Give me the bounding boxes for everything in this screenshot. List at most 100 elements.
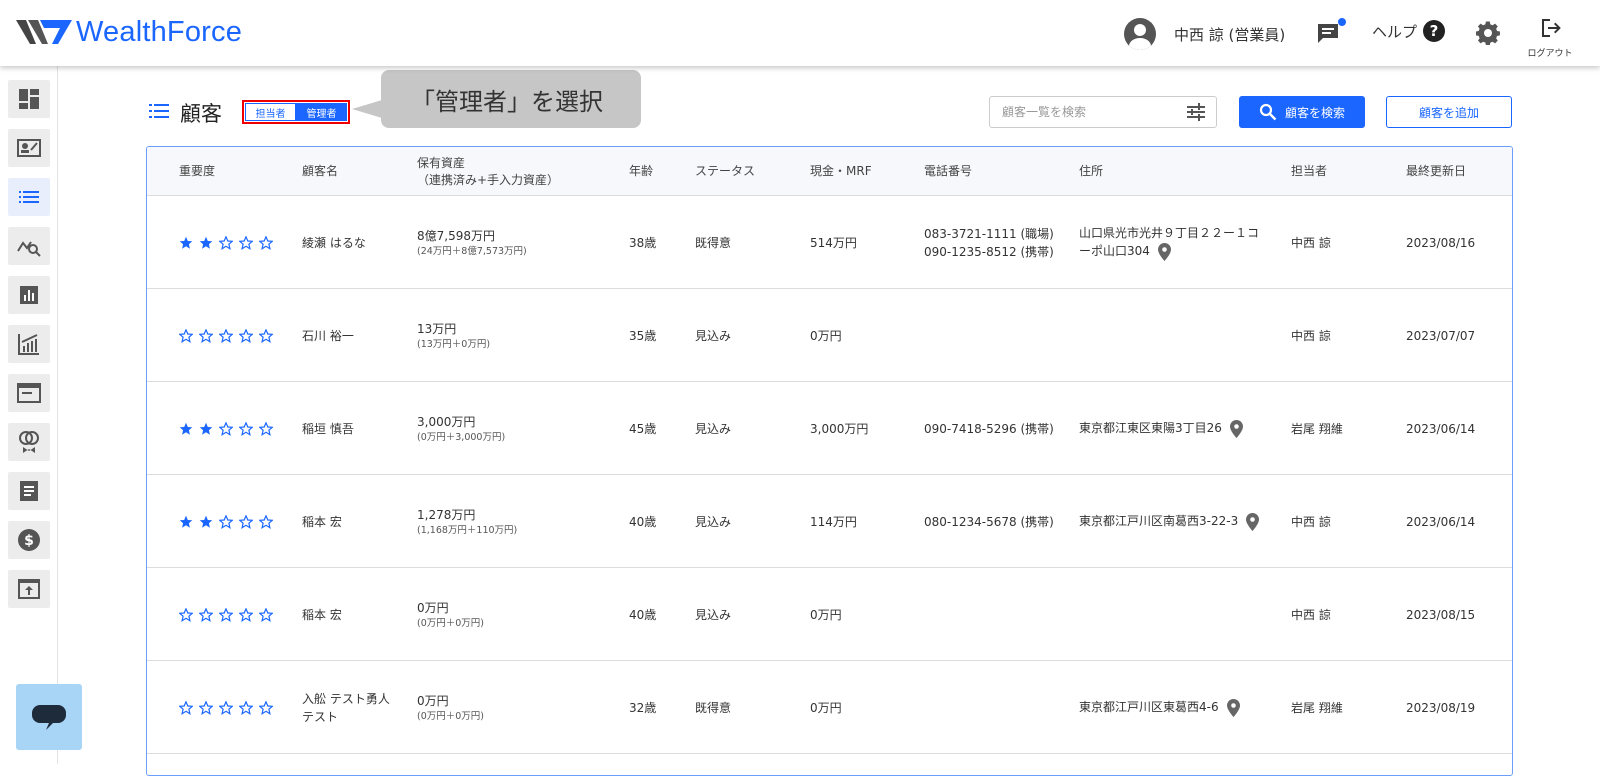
sidebar-item-window[interactable]: [8, 374, 50, 412]
star-empty-icon[interactable]: [239, 514, 253, 529]
filter-icon[interactable]: [1186, 103, 1206, 121]
col-importance[interactable]: 重要度: [179, 147, 215, 196]
svg-text:$: $: [24, 533, 34, 549]
sidebar-item-analysis[interactable]: [8, 227, 50, 265]
help-label: ヘルプ: [1372, 22, 1418, 41]
map-pin-icon[interactable]: [1246, 512, 1260, 531]
assets-detail: (0万円＋0万円): [417, 617, 485, 629]
table-row[interactable]: 綾瀬 はるな 8億7,598万円 (24万円＋8億7,573万円) 38歳 既得意 514…: [147, 196, 1512, 289]
star-empty-icon[interactable]: [259, 700, 273, 715]
table-row[interactable]: 入舩 テスト勇人 テスト 0万円 (0万円＋0万円) 32歳 既得意 0万円 東京都江戸川区東…: [147, 661, 1512, 754]
search-customers-button[interactable]: 顧客を検索: [1239, 96, 1365, 128]
user-menu[interactable]: 中西 諒 (営業員): [1124, 18, 1285, 50]
star-empty-icon[interactable]: [179, 607, 193, 622]
customer-name-cell[interactable]: 石川 裕一: [302, 289, 354, 382]
star-empty-icon[interactable]: [179, 700, 193, 715]
star-empty-icon[interactable]: [239, 700, 253, 715]
sidebar-item-customers[interactable]: [8, 178, 50, 216]
dollar-icon: $: [18, 529, 40, 551]
contact-card-icon: [17, 139, 41, 157]
chat-widget-button[interactable]: [16, 684, 82, 750]
star-empty-icon[interactable]: [239, 328, 253, 343]
owner-cell-value: 中西 諒: [1291, 328, 1331, 343]
star-empty-icon[interactable]: [179, 328, 193, 343]
star-filled-icon[interactable]: [199, 515, 213, 529]
logout-button[interactable]: ログアウト: [1526, 16, 1574, 59]
star-rating[interactable]: [179, 514, 279, 529]
col-updated[interactable]: 最終更新日: [1406, 147, 1466, 196]
status-cell: 見込み: [695, 568, 731, 661]
col-phone[interactable]: 電話番号: [924, 147, 972, 196]
star-empty-icon[interactable]: [239, 421, 253, 436]
star-rating[interactable]: [179, 421, 279, 436]
star-filled-icon[interactable]: [179, 515, 193, 529]
col-status[interactable]: ステータス: [695, 147, 755, 196]
map-pin-icon[interactable]: [1226, 698, 1240, 717]
sidebar-item-reports[interactable]: [8, 276, 50, 314]
customer-name-cell[interactable]: 入舩 テスト勇人 テスト: [302, 661, 390, 754]
star-empty-icon[interactable]: [219, 607, 233, 622]
star-empty-icon[interactable]: [259, 235, 273, 250]
col-owner[interactable]: 担当者: [1291, 147, 1327, 196]
star-empty-icon[interactable]: [239, 235, 253, 250]
col-age[interactable]: 年齢: [629, 147, 653, 196]
star-empty-icon[interactable]: [199, 328, 213, 343]
assets-cell: 13万円 (13万円＋0万円): [417, 289, 490, 382]
star-filled-icon[interactable]: [199, 422, 213, 436]
toggle-owner[interactable]: 担当者: [245, 103, 296, 121]
cash-cell: 0万円: [810, 568, 842, 661]
add-customer-button[interactable]: 顧客を追加: [1386, 96, 1512, 128]
star-empty-icon[interactable]: [259, 421, 273, 436]
status-cell: 見込み: [695, 475, 731, 568]
col-address[interactable]: 住所: [1079, 147, 1103, 196]
sidebar-item-growth[interactable]: [8, 325, 50, 363]
help-button[interactable]: ヘルプ ?: [1372, 20, 1446, 42]
star-empty-icon[interactable]: [219, 235, 233, 250]
toggle-admin[interactable]: 管理者: [296, 103, 347, 121]
sidebar-item-billing[interactable]: $: [8, 521, 50, 559]
sidebar-item-documents[interactable]: [8, 472, 50, 510]
star-empty-icon[interactable]: [219, 700, 233, 715]
col-cash[interactable]: 現金・MRF: [810, 147, 872, 196]
customer-name-cell[interactable]: 稲本 宏: [302, 568, 342, 661]
map-pin-icon[interactable]: [1229, 419, 1243, 438]
customer-search-input[interactable]: [990, 97, 1170, 127]
message-icon[interactable]: [1316, 22, 1340, 44]
wealthforce-logo[interactable]: WealthForce: [16, 14, 242, 50]
customer-name-cell[interactable]: 稲垣 慎吾: [302, 382, 354, 475]
star-empty-icon[interactable]: [219, 514, 233, 529]
star-empty-icon[interactable]: [199, 607, 213, 622]
star-empty-icon[interactable]: [219, 421, 233, 436]
star-rating[interactable]: [179, 700, 279, 715]
table-row[interactable]: 稲本 宏 0万円 (0万円＋0万円) 40歳 見込み 0万円 中西 諒 2023/08/15: [147, 568, 1512, 661]
sidebar-item-family[interactable]: [8, 423, 50, 461]
star-filled-icon[interactable]: [179, 236, 193, 250]
chat-bubble-icon: [32, 705, 66, 730]
star-rating[interactable]: [179, 328, 279, 343]
star-empty-icon[interactable]: [239, 607, 253, 622]
customer-name-cell[interactable]: 稲本 宏: [302, 475, 342, 568]
col-name[interactable]: 顧客名: [302, 147, 338, 196]
star-empty-icon[interactable]: [259, 607, 273, 622]
star-filled-icon[interactable]: [199, 236, 213, 250]
star-empty-icon[interactable]: [199, 700, 213, 715]
address-line1: 東京都江戸川区東葛西4-6: [1079, 700, 1219, 715]
gear-icon[interactable]: [1476, 21, 1500, 45]
customer-name-cell[interactable]: 綾瀬 はるな: [302, 196, 366, 289]
sidebar-item-upload[interactable]: [8, 570, 50, 608]
dashboard-icon: [19, 89, 39, 109]
star-rating[interactable]: [179, 235, 279, 250]
star-empty-icon[interactable]: [219, 328, 233, 343]
star-empty-icon[interactable]: [259, 328, 273, 343]
status-cell: 既得意: [695, 196, 731, 289]
star-filled-icon[interactable]: [179, 422, 193, 436]
col-assets[interactable]: 保有資産 （連携済み+手入力資産）: [417, 147, 559, 196]
table-row[interactable]: 稲垣 慎吾 3,000万円 (0万円＋3,000万円) 45歳 見込み 3,000万円 09…: [147, 382, 1512, 475]
table-row[interactable]: 石川 裕一 13万円 (13万円＋0万円) 35歳 見込み 0万円 中西 諒 2023/07/…: [147, 289, 1512, 382]
table-row[interactable]: 稲本 宏 1,278万円 (1,168万円＋110万円) 40歳 見込み 114万円 080…: [147, 475, 1512, 568]
map-pin-icon[interactable]: [1157, 242, 1171, 261]
sidebar-item-dashboard[interactable]: [8, 80, 50, 118]
star-rating[interactable]: [179, 607, 279, 622]
sidebar-item-contact[interactable]: [8, 129, 50, 167]
star-empty-icon[interactable]: [259, 514, 273, 529]
